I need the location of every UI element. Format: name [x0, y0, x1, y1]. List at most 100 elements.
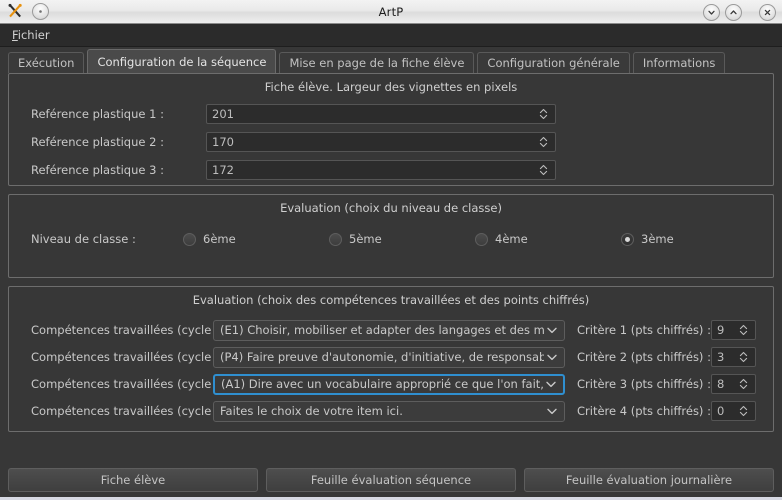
- feuille-evaluation-journaliere-button[interactable]: Feuille évaluation journalière: [524, 468, 774, 492]
- group-niveau-classe: Evaluation (choix du niveau de classe) N…: [8, 194, 774, 278]
- competence-2-dropdown[interactable]: (P4) Faire preuve d'autonomie, d'initiat…: [213, 346, 565, 368]
- tab-configuration-sequence[interactable]: Configuration de la séquence: [87, 49, 277, 73]
- radio-option-4eme[interactable]: 4ème: [475, 232, 621, 246]
- title-bar: ArtP: [0, 0, 782, 24]
- critere-4-label: Critère 4 (pts chiffrés) :: [577, 404, 711, 418]
- critere-1-spinner[interactable]: 9: [711, 320, 756, 340]
- competence-3-value: (A1) Dire avec un vocabulaire approprié …: [221, 377, 543, 391]
- tab-configuration-generale[interactable]: Configuration générale: [477, 52, 630, 73]
- chevron-down-icon[interactable]: [544, 354, 560, 361]
- paintbrush-icon: [7, 3, 24, 20]
- competence-4-dropdown[interactable]: Faites le choix de votre item ici.: [213, 400, 565, 422]
- chevron-down-icon[interactable]: [543, 381, 559, 388]
- radio-option-3eme[interactable]: 3ème: [621, 232, 674, 246]
- reference-plastique-1-label: Reférence plastique 1 :: [31, 107, 164, 121]
- tab-label: Exécution: [18, 56, 75, 70]
- reference-plastique-3-value: 172: [212, 163, 234, 177]
- competence-3-dropdown[interactable]: (A1) Dire avec un vocabulaire approprié …: [213, 373, 565, 395]
- critere-4-value: 0: [717, 404, 725, 418]
- niveau-de-classe-label: Niveau de classe :: [31, 232, 136, 246]
- radio-label: 6ème: [203, 232, 236, 246]
- menu-item-fichier[interactable]: Fichier: [4, 25, 59, 45]
- application-window: ArtP Fichier Exécution Configuration de …: [0, 0, 782, 500]
- row-reference-plastique-1: Reférence plastique 1 : 201: [31, 103, 751, 125]
- group-vignettes-title: Fiche élève. Largeur des vignettes en pi…: [264, 80, 518, 94]
- reference-plastique-1-value: 201: [212, 107, 234, 121]
- menu-item-label-rest: ichier: [17, 28, 50, 42]
- competence-4-value: Faites le choix de votre item ici.: [220, 404, 403, 418]
- row-competence-3: Compétences travaillées (cycle 4) : (A1)…: [31, 373, 773, 395]
- competence-4-label: Compétences travaillées (cycle 4) :: [31, 404, 235, 418]
- reference-plastique-2-spinner[interactable]: 170: [206, 132, 556, 152]
- close-icon[interactable]: [759, 3, 776, 21]
- reference-plastique-1-spinner[interactable]: 201: [206, 104, 556, 124]
- critere-3-spinner[interactable]: 8: [711, 374, 756, 394]
- radio-circle-selected-icon[interactable]: [621, 232, 634, 246]
- minimize-icon[interactable]: [703, 3, 720, 21]
- spinner-arrows-icon[interactable]: [534, 133, 552, 151]
- tab-label: Informations: [642, 56, 716, 70]
- chevron-down-icon[interactable]: [544, 327, 560, 334]
- row-reference-plastique-2: Reférence plastique 2 : 170: [31, 131, 751, 153]
- radio-circle-icon[interactable]: [329, 232, 342, 246]
- spinner-arrows-icon[interactable]: [734, 375, 752, 393]
- menu-bar: Fichier: [0, 24, 782, 47]
- reference-plastique-3-label: Reférence plastique 3 :: [31, 163, 164, 177]
- spinner-arrows-icon[interactable]: [534, 161, 552, 179]
- critere-3-value: 8: [717, 377, 725, 391]
- maximize-icon[interactable]: [725, 3, 742, 21]
- button-label: Feuille évaluation séquence: [310, 473, 472, 487]
- radio-label: 5ème: [349, 232, 382, 246]
- group-competences: Evaluation (choix des compétences travai…: [8, 286, 774, 432]
- critere-3-label: Critère 3 (pts chiffrés) :: [577, 377, 711, 391]
- tab-execution[interactable]: Exécution: [8, 52, 85, 73]
- row-competence-2: Compétences travaillées (cycle 4) : (P4)…: [31, 346, 773, 368]
- radio-label: 3ème: [641, 232, 674, 246]
- row-competence-4: Compétences travaillées (cycle 4) : Fait…: [31, 400, 773, 422]
- radio-option-6eme[interactable]: 6ème: [183, 232, 329, 246]
- radio-label: 4ème: [495, 232, 528, 246]
- spinner-arrows-icon[interactable]: [734, 402, 752, 420]
- competence-2-value: (P4) Faire preuve d'autonomie, d'initiat…: [220, 350, 544, 364]
- fiche-eleve-button[interactable]: Fiche élève: [8, 468, 258, 492]
- chevron-down-icon[interactable]: [544, 408, 560, 415]
- window-controls: [703, 0, 776, 24]
- tab-mise-en-page[interactable]: Mise en page de la fiche élève: [279, 52, 475, 73]
- group-niveau-classe-title: Evaluation (choix du niveau de classe): [280, 201, 502, 215]
- tab-informations[interactable]: Informations: [632, 52, 726, 73]
- competence-3-label: Compétences travaillées (cycle 4) :: [31, 377, 235, 391]
- critere-2-value: 3: [717, 350, 725, 364]
- reference-plastique-2-label: Reférence plastique 2 :: [31, 135, 164, 149]
- window-title: ArtP: [378, 4, 404, 19]
- radio-option-5eme[interactable]: 5ème: [329, 232, 475, 246]
- critere-4-spinner[interactable]: 0: [711, 401, 756, 421]
- radio-dot: [625, 236, 630, 242]
- spinner-arrows-icon[interactable]: [534, 105, 552, 123]
- window-menu-button[interactable]: [32, 3, 49, 20]
- spinner-arrows-icon[interactable]: [734, 348, 752, 366]
- row-reference-plastique-3: Reférence plastique 3 : 172: [31, 159, 751, 181]
- radio-circle-icon[interactable]: [475, 232, 488, 246]
- tab-content-panel: Fiche élève. Largeur des vignettes en pi…: [0, 73, 782, 432]
- button-label: Feuille évaluation journalière: [565, 473, 733, 487]
- reference-plastique-2-value: 170: [212, 135, 234, 149]
- competence-1-label: Compétences travaillées (cycle 4) :: [31, 323, 235, 337]
- critere-1-label: Critère 1 (pts chiffrés) :: [577, 323, 711, 337]
- radio-circle-icon[interactable]: [183, 232, 196, 246]
- competence-1-value: (E1) Choisir, mobiliser et adapter des l…: [220, 323, 544, 337]
- competence-1-dropdown[interactable]: (E1) Choisir, mobiliser et adapter des l…: [213, 319, 565, 341]
- reference-plastique-3-spinner[interactable]: 172: [206, 160, 556, 180]
- spinner-arrows-icon[interactable]: [734, 321, 752, 339]
- critere-2-label: Critère 2 (pts chiffrés) :: [577, 350, 711, 364]
- tab-label: Configuration générale: [487, 56, 620, 70]
- critere-2-spinner[interactable]: 3: [711, 347, 756, 367]
- critere-1-value: 9: [717, 323, 725, 337]
- group-vignettes: Fiche élève. Largeur des vignettes en pi…: [8, 73, 774, 186]
- tab-label: Configuration de la séquence: [97, 54, 267, 69]
- feuille-evaluation-sequence-button[interactable]: Feuille évaluation séquence: [266, 468, 516, 492]
- competence-2-label: Compétences travaillées (cycle 4) :: [31, 350, 235, 364]
- tab-bar: Exécution Configuration de la séquence M…: [0, 47, 782, 73]
- bottom-button-bar: Fiche élève Feuille évaluation séquence …: [0, 468, 782, 492]
- row-competence-1: Compétences travaillées (cycle 4) : (E1)…: [31, 319, 773, 341]
- button-label: Fiche élève: [100, 473, 166, 487]
